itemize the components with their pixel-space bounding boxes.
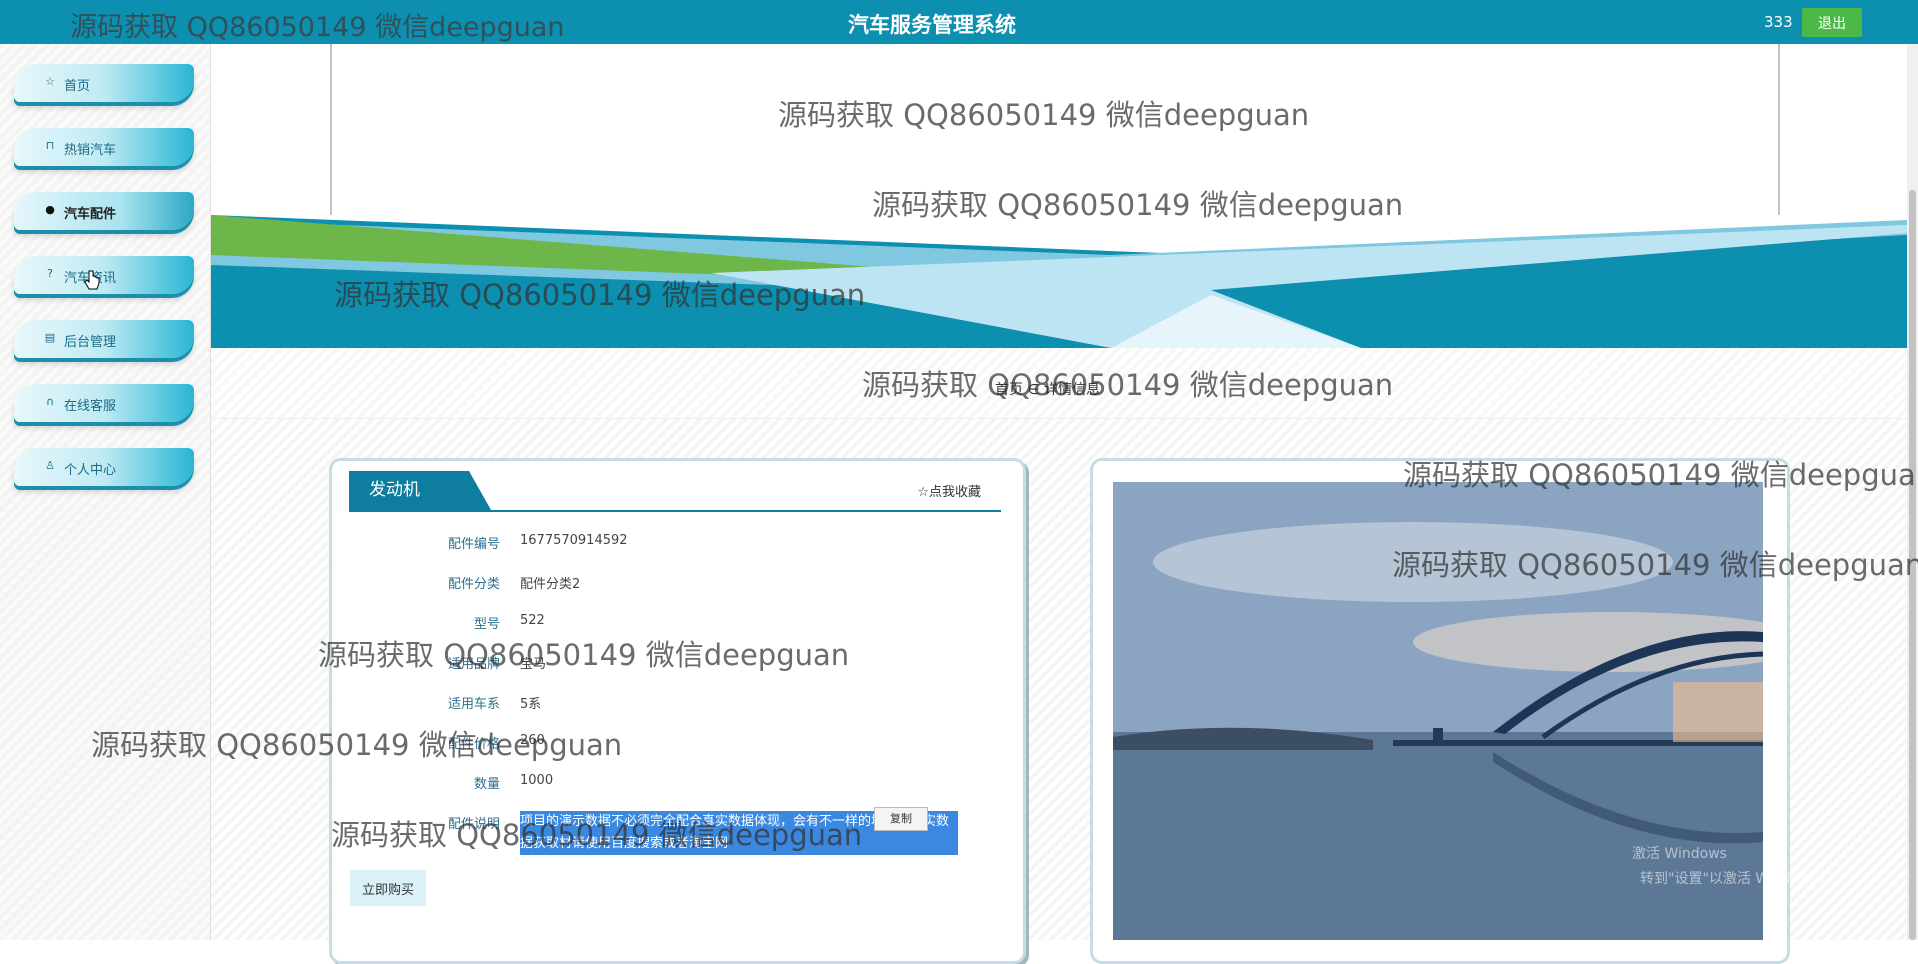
carousel-dot[interactable] [1070, 191, 1080, 201]
field-value: 5系 [520, 697, 542, 712]
breadcrumb-current: 详情信息 [1044, 382, 1101, 398]
sidebar-item-admin[interactable]: ▤ 后台管理 [14, 320, 194, 358]
sidebar-item-profile[interactable]: ♙ 个人中心 [14, 448, 194, 486]
sidebar-item-home[interactable]: ☆ 首页 [14, 64, 194, 102]
bag-icon: ⊓ [45, 139, 55, 152]
sidebar-item-label: 在线客服 [64, 399, 117, 414]
field-value: 宝马 [520, 657, 547, 672]
sidebar-item-car-parts[interactable]: ● 汽车配件 [14, 192, 194, 230]
windows-activation-hint: 转到"设置"以激活 Windows。 [1640, 871, 1832, 887]
hand-cursor-icon [84, 270, 100, 290]
field-value: 260 [520, 733, 545, 748]
headset-icon: ∩ [45, 395, 55, 408]
field-label: 适用车系 [447, 697, 500, 712]
favorite-button[interactable]: ☆点我收藏 [917, 481, 981, 500]
breadcrumb-home[interactable]: 首页 [995, 382, 1023, 398]
sidebar-item-label: 首页 [64, 79, 91, 94]
sidebar [0, 44, 211, 940]
sidebar-item-label: 汽车配件 [64, 207, 117, 222]
banner-frame [330, 44, 1780, 236]
sidebar-item-car-news[interactable]: ? 汽车资讯 [14, 256, 194, 294]
decorative-wave [211, 215, 1907, 348]
building-icon: ▤ [44, 331, 56, 344]
username: 333 [1764, 13, 1793, 31]
detail-card-header: 发动机 ☆点我收藏 [349, 471, 1001, 512]
field-value: 1000 [520, 773, 554, 788]
field-label: 数量 [473, 777, 500, 792]
field-label: 配件编号 [447, 537, 500, 552]
field-label: 适用品牌 [447, 657, 500, 672]
home-icon: ☆ [45, 75, 55, 88]
copy-button[interactable]: 复制 [874, 807, 928, 831]
app-title: 汽车服务管理系统 [848, 13, 1016, 37]
field-label: 型号 [473, 617, 500, 632]
page-scrollbar[interactable] [1907, 44, 1918, 940]
windows-activation-title: 激活 Windows [1632, 846, 1727, 862]
buy-now-button[interactable]: 立即购买 [350, 870, 426, 906]
field-value: 配件分类2 [520, 577, 581, 592]
field-value: 522 [520, 613, 545, 628]
sidebar-item-support[interactable]: ∩ 在线客服 [14, 384, 194, 422]
top-bar: 源码获取 QQ86050149 微信deepguan 汽车服务管理系统 333 … [0, 0, 1918, 44]
sidebar-item-label: 热销汽车 [64, 143, 117, 158]
sidebar-item-hot-cars[interactable]: ⊓ 热销汽车 [14, 128, 194, 166]
field-label: 配件说明 [447, 817, 500, 832]
scrollbar-thumb[interactable] [1909, 190, 1916, 940]
breadcrumb-separator: ∈ [1027, 382, 1040, 398]
sidebar-item-label: 后台管理 [64, 335, 117, 350]
info-circle-icon: ● [45, 203, 55, 216]
detail-title: 发动机 [349, 471, 491, 510]
field-label: 配件价格 [447, 737, 500, 752]
question-circle-icon: ? [47, 267, 53, 280]
user-icon: ♙ [45, 459, 55, 472]
breadcrumb: 首页 ∈ 详情信息 [995, 379, 1100, 399]
field-label: 配件分类 [447, 577, 500, 592]
logout-button[interactable]: 退出 [1802, 8, 1862, 37]
field-value: 1677570914592 [520, 533, 628, 548]
sidebar-item-label: 个人中心 [64, 463, 117, 478]
